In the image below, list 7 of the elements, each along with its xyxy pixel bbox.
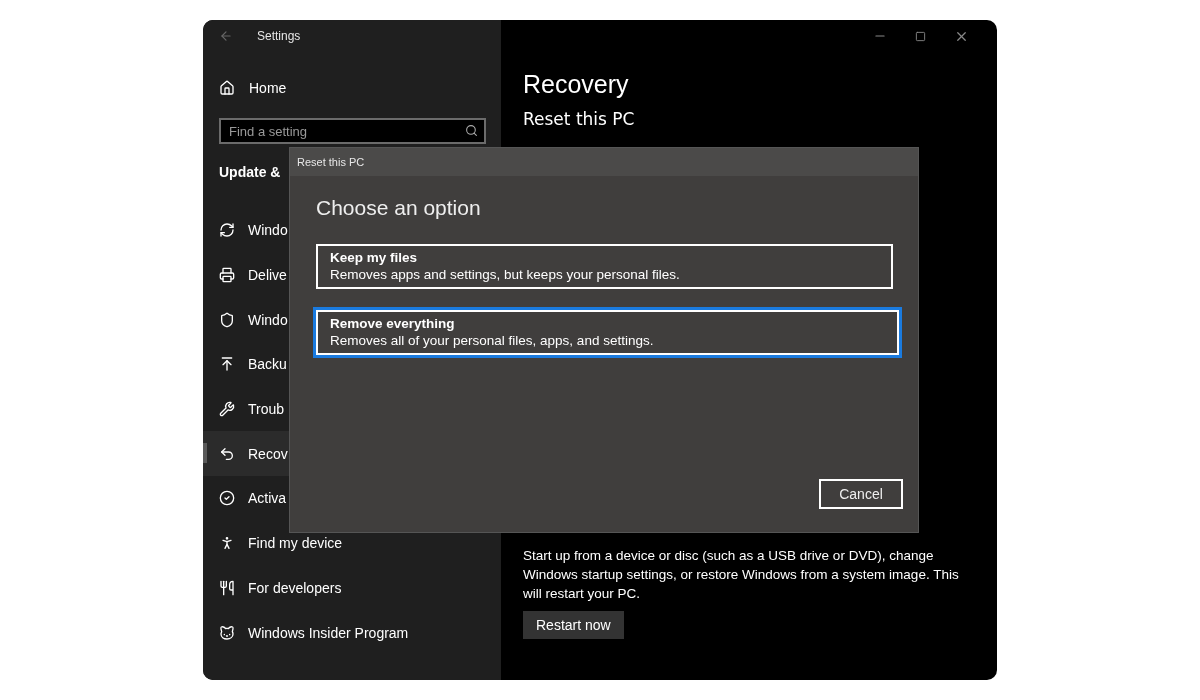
dialog-heading: Choose an option bbox=[316, 196, 482, 220]
section-heading: Reset this PC bbox=[523, 109, 636, 129]
dialog-title: Reset this PC bbox=[297, 156, 365, 168]
description-text: Start up from a device or disc (such as a USB drive or DVD), change Windows startup settings, or restore Windows from a system image. This will restart your PC. bbox=[523, 547, 960, 603]
page-title: Recovery bbox=[523, 70, 630, 99]
window-title: Settings bbox=[257, 29, 301, 43]
section-title: Update & bbox=[218, 164, 282, 182]
